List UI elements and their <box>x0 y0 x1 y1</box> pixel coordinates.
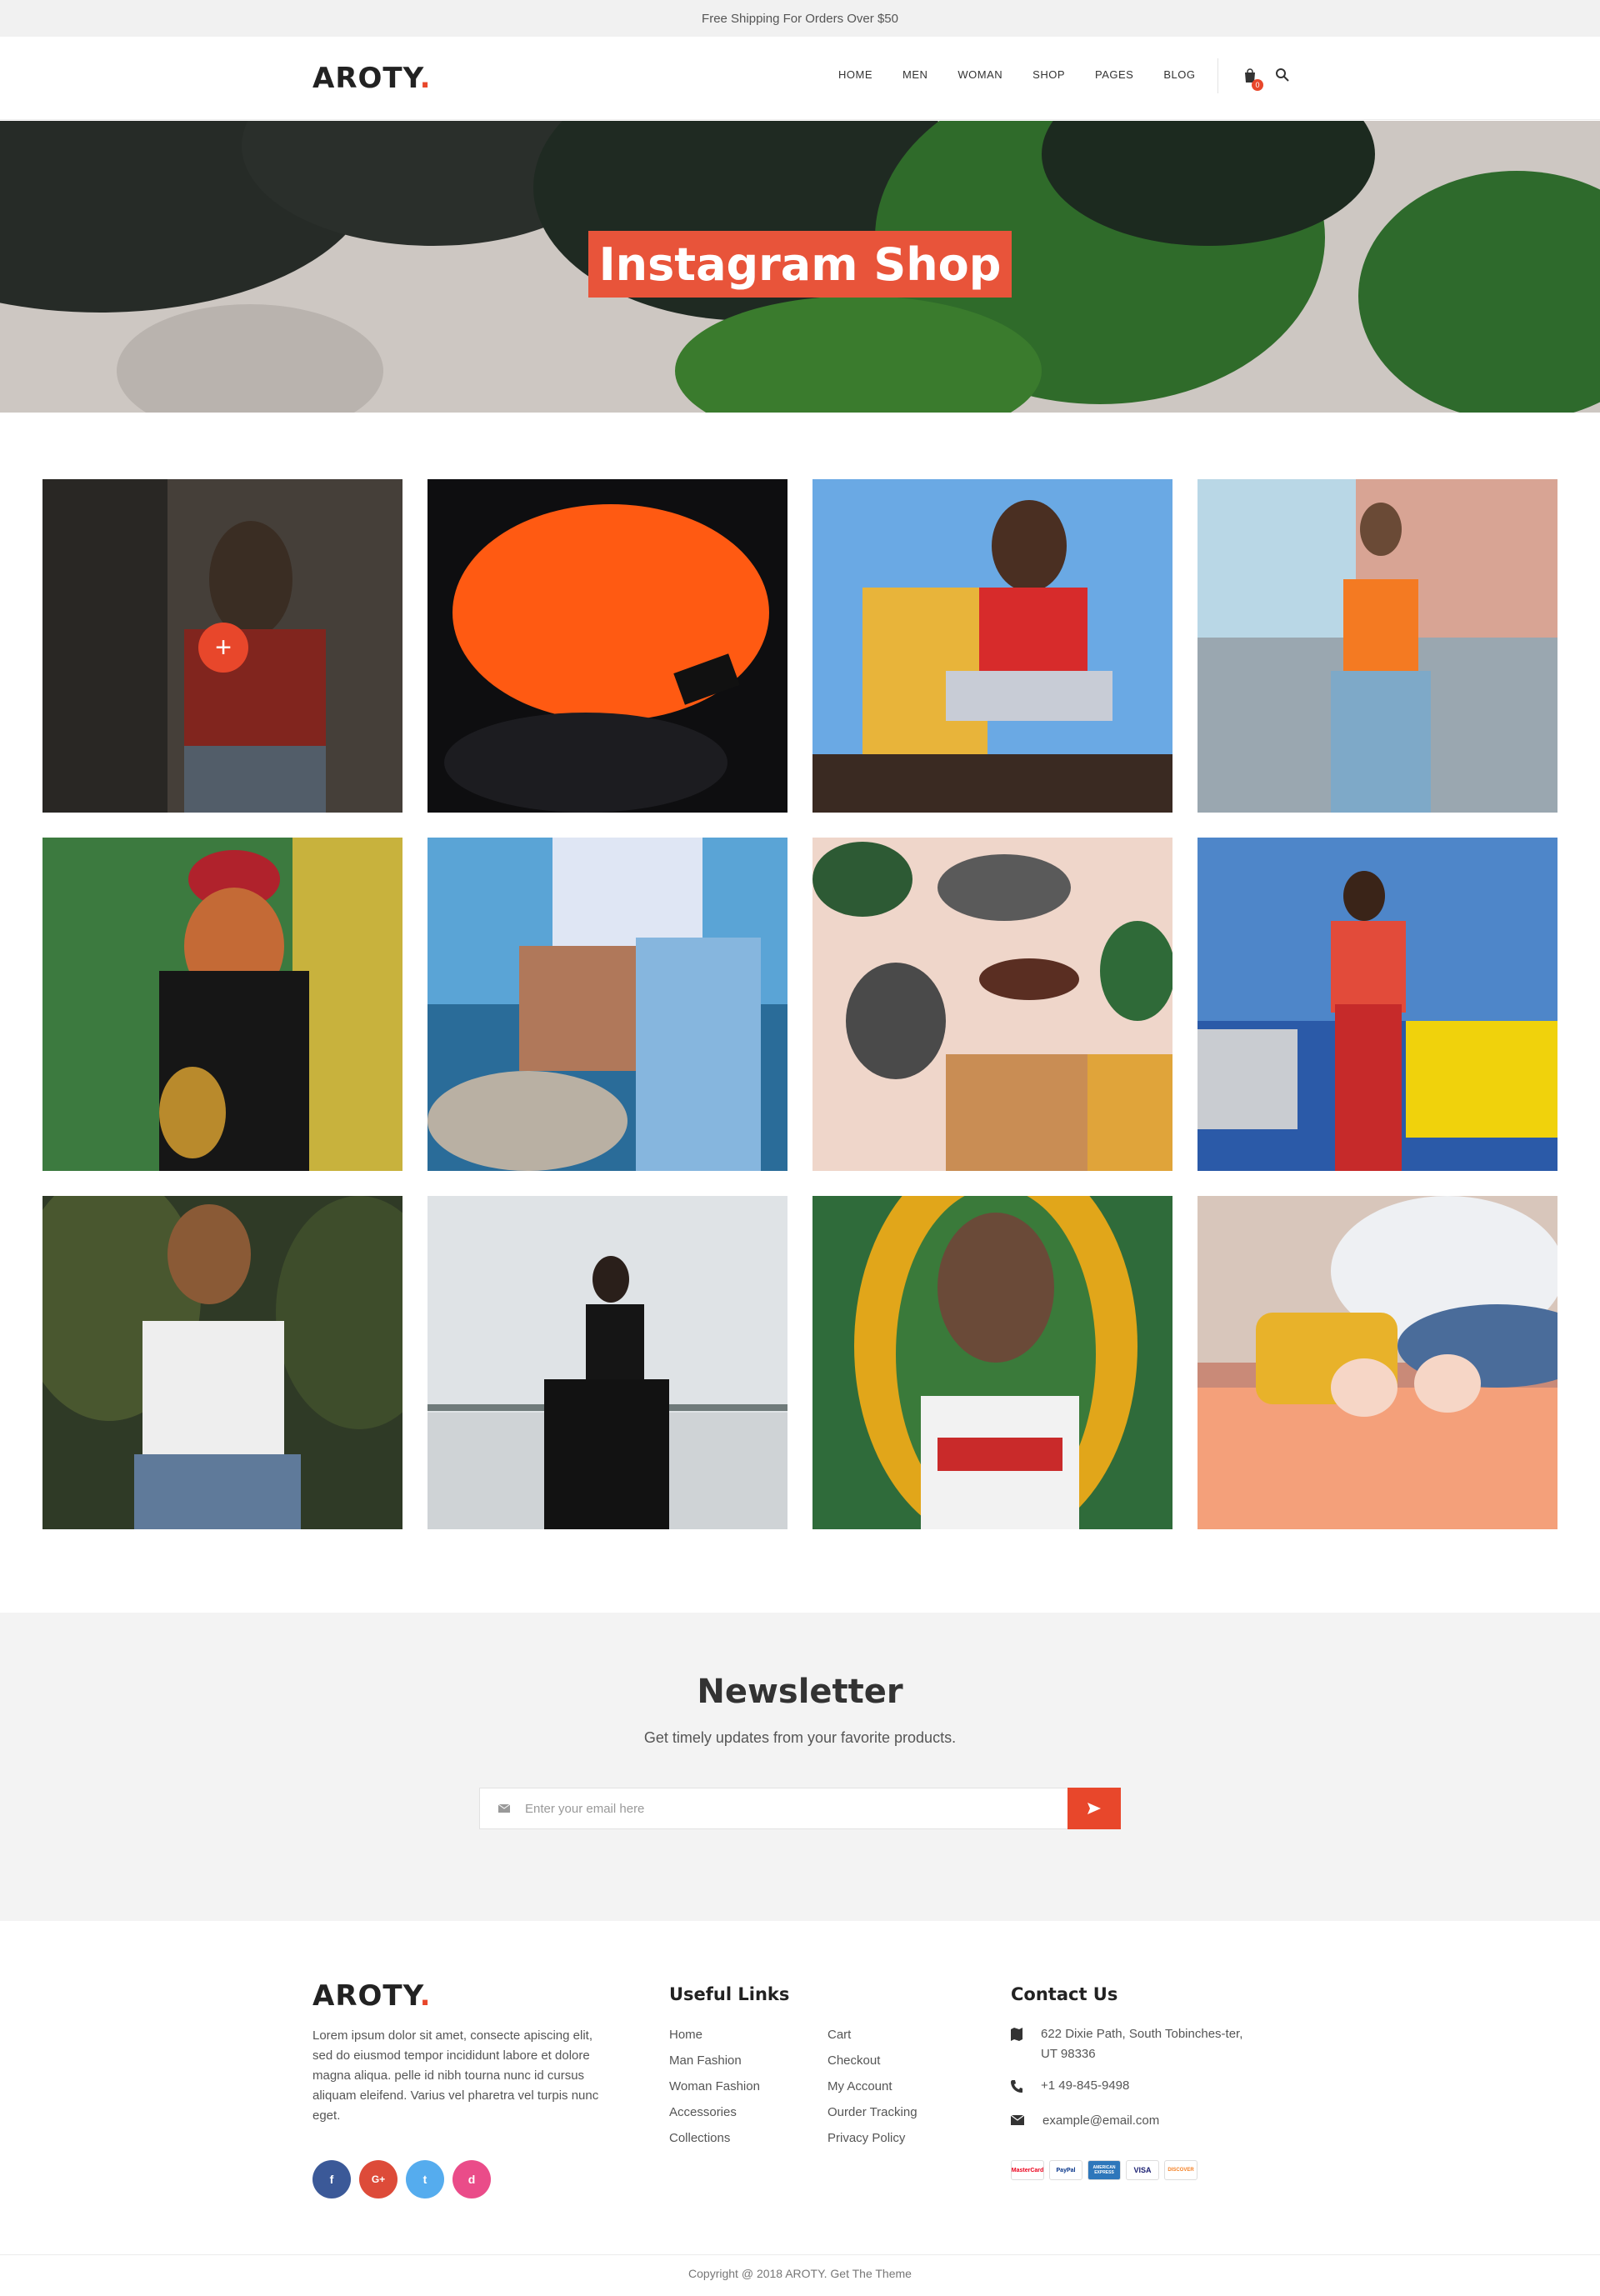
nav-pages[interactable]: PAGES <box>1095 68 1133 81</box>
map-icon <box>1011 2028 1022 2041</box>
copyright-text: Copyright @ 2018 AROTY. Get The Theme <box>688 2267 912 2280</box>
footer-divider <box>0 2254 1600 2255</box>
envelope-icon <box>498 1804 510 1813</box>
footer-link-collections[interactable]: Collections <box>669 2131 760 2157</box>
site-logo[interactable]: AROTY. <box>312 62 432 95</box>
instagram-tile[interactable] <box>812 1196 1172 1529</box>
nav-home[interactable]: HOME <box>838 68 872 81</box>
instagram-tile[interactable] <box>1198 838 1558 1171</box>
instagram-tile[interactable] <box>1198 1196 1558 1529</box>
newsletter-section: Newsletter Get timely updates from your … <box>0 1613 1600 1921</box>
nav-shop[interactable]: SHOP <box>1032 68 1065 81</box>
logo-dot: . <box>419 62 432 95</box>
visa-icon: VISA <box>1126 2160 1159 2180</box>
facebook-icon[interactable]: f <box>312 2160 351 2198</box>
phone-text[interactable]: +1 49-845-9498 <box>1041 2076 1129 2096</box>
footer-link-checkout[interactable]: Checkout <box>828 2053 918 2079</box>
top-announcement-bar: Free Shipping For Orders Over $50 <box>0 0 1600 37</box>
footer-link-woman-fashion[interactable]: Woman Fashion <box>669 2079 760 2105</box>
payment-methods: MasterCard PayPal AMERICAN EXPRESS VISA … <box>1011 2160 1198 2180</box>
useful-links-heading: Useful Links <box>669 1984 790 2004</box>
subscribe-button[interactable] <box>1068 1788 1121 1829</box>
instagram-tile[interactable] <box>1198 479 1558 813</box>
footer-logo-dot: . <box>419 1979 432 2013</box>
instagram-tile[interactable] <box>812 838 1172 1171</box>
footer-link-home[interactable]: Home <box>669 2028 760 2053</box>
instagram-grid: + <box>42 479 1558 1529</box>
useful-links-col-2: Cart Checkout My Account Ourder Tracking… <box>828 2028 918 2157</box>
footer-about-text: Lorem ipsum dolor sit amet, consecte api… <box>312 2028 599 2123</box>
mail-icon <box>1011 2114 1024 2125</box>
newsletter-title: Newsletter <box>697 1673 903 1711</box>
footer-link-privacy-policy[interactable]: Privacy Policy <box>828 2131 918 2157</box>
contact-email: example@email.com <box>1011 2111 1159 2131</box>
nav-men[interactable]: MEN <box>902 68 928 81</box>
discover-icon: DISCOVER <box>1164 2160 1198 2180</box>
google-plus-icon[interactable]: G+ <box>359 2160 398 2198</box>
instagram-tile[interactable] <box>428 479 788 813</box>
newsletter-form <box>479 1788 1121 1829</box>
footer-link-order-tracking[interactable]: Ourder Tracking <box>828 2105 918 2131</box>
footer-link-cart[interactable]: Cart <box>828 2028 918 2053</box>
phone-icon <box>1011 2080 1022 2093</box>
address-text: 622 Dixie Path, South Tobinches-ter, UT … <box>1041 2027 1243 2061</box>
site-footer: AROTY. Lorem ipsum dolor sit amet, conse… <box>0 1921 1600 2296</box>
instagram-tile[interactable] <box>428 1196 788 1529</box>
footer-logo-text: AROTY <box>312 1979 420 2013</box>
amex-icon: AMERICAN EXPRESS <box>1088 2160 1121 2180</box>
free-shipping-text: Free Shipping For Orders Over $50 <box>702 11 898 26</box>
social-links: f G+ t d <box>312 2160 491 2198</box>
email-input[interactable] <box>525 1801 1068 1816</box>
logo-text: AROTY <box>312 62 420 95</box>
send-arrow-icon <box>1088 1803 1101 1814</box>
site-header: AROTY. HOME MEN WOMAN SHOP PAGES BLOG 0 <box>0 37 1600 120</box>
main-nav: HOME MEN WOMAN SHOP PAGES BLOG <box>838 68 1225 81</box>
newsletter-subtitle: Get timely updates from your favorite pr… <box>643 1729 957 1746</box>
paypal-icon: PayPal <box>1049 2160 1082 2180</box>
contact-us-heading: Contact Us <box>1011 1984 1118 2004</box>
nav-blog[interactable]: BLOG <box>1163 68 1195 81</box>
instagram-tile[interactable]: + <box>42 479 402 813</box>
search-icon[interactable] <box>1275 68 1290 83</box>
instagram-tile[interactable] <box>428 838 788 1171</box>
email-text[interactable]: example@email.com <box>1042 2111 1159 2131</box>
contact-address: 622 Dixie Path, South Tobinches-ter, UT … <box>1011 2024 1261 2064</box>
hero-banner: Instagram Shop <box>0 121 1600 413</box>
footer-link-man-fashion[interactable]: Man Fashion <box>669 2053 760 2079</box>
cart-count-badge: 0 <box>1252 79 1263 91</box>
instagram-tile[interactable] <box>812 479 1172 813</box>
mastercard-icon: MasterCard <box>1011 2160 1044 2180</box>
footer-link-my-account[interactable]: My Account <box>828 2079 918 2105</box>
dribbble-icon[interactable]: d <box>452 2160 491 2198</box>
page-title: Instagram Shop <box>588 231 1012 298</box>
contact-phone: +1 49-845-9498 <box>1011 2076 1129 2096</box>
twitter-icon[interactable]: t <box>406 2160 444 2198</box>
nav-woman[interactable]: WOMAN <box>958 68 1002 81</box>
instagram-tile[interactable] <box>42 838 402 1171</box>
useful-links-col-1: Home Man Fashion Woman Fashion Accessori… <box>669 2028 760 2157</box>
add-to-cart-plus-button[interactable]: + <box>198 623 248 673</box>
footer-logo[interactable]: AROTY. <box>312 1979 432 2013</box>
footer-link-accessories[interactable]: Accessories <box>669 2105 760 2131</box>
instagram-tile[interactable] <box>42 1196 402 1529</box>
